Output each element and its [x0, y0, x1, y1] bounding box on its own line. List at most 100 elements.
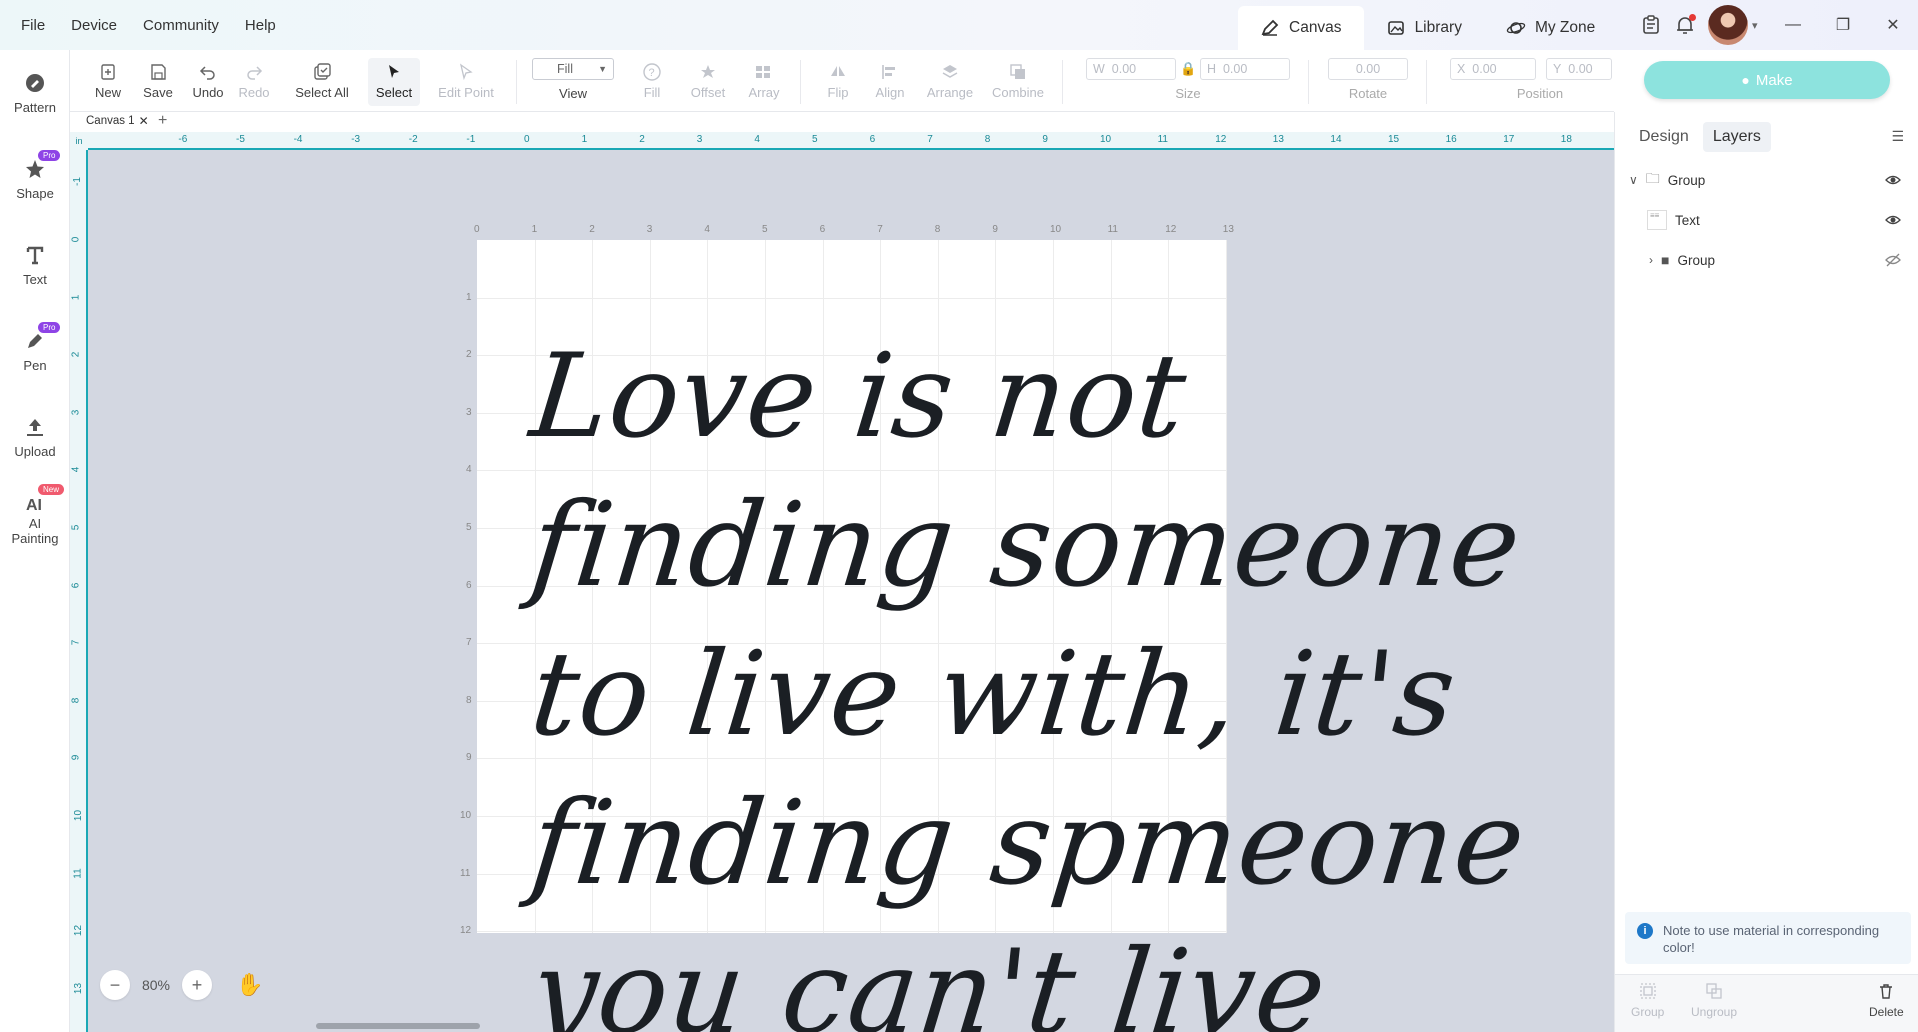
ai-painting-icon: AI — [26, 497, 42, 514]
offset-button[interactable]: Offset — [682, 58, 734, 106]
chevron-right-icon[interactable]: › — [1649, 253, 1653, 267]
page-ruler-number: 10 — [460, 810, 472, 821]
fill-button[interactable]: ? Fill — [626, 58, 678, 106]
lock-icon[interactable]: 🔒 — [1180, 61, 1196, 77]
sidebar-item-text[interactable]: Text — [0, 244, 70, 287]
top-right-icons: ▾ — [1640, 0, 1758, 50]
minimize-icon[interactable]: — — [1768, 0, 1818, 50]
canvas-tabs: Canvas 1 ✕ + — [70, 112, 1614, 132]
ungroup-label: Ungroup — [1691, 1005, 1738, 1019]
view-select[interactable]: Fill ▼ — [532, 58, 614, 80]
combine-button[interactable]: Combine — [986, 58, 1050, 106]
zoom-out-button[interactable]: − — [100, 970, 130, 1000]
avatar[interactable] — [1708, 5, 1748, 45]
group-label: Group — [1631, 1005, 1665, 1019]
ruler-tick-label: 5 — [70, 524, 82, 531]
ruler-tick-label: -2 — [408, 134, 418, 145]
sidebar-item-shape[interactable]: Pro Shape — [0, 150, 70, 201]
notification-dot — [1689, 14, 1696, 21]
align-button[interactable]: Align — [864, 58, 916, 106]
sidebar-item-upload[interactable]: Upload — [0, 416, 70, 459]
eye-icon[interactable] — [1885, 212, 1901, 228]
trash-icon — [1880, 984, 1893, 999]
add-canvas-icon[interactable]: + — [158, 112, 167, 130]
save-button[interactable]: Save — [132, 58, 184, 106]
rotate-field[interactable]: 0.00 — [1328, 58, 1408, 80]
save-icon — [151, 64, 166, 80]
height-field[interactable]: H 0.00 — [1200, 58, 1290, 80]
chevron-down-icon[interactable]: ∨ — [1629, 173, 1638, 187]
toolbar: New Save Undo Redo Select All Select Edi… — [70, 50, 1614, 112]
menu-device[interactable]: Device — [58, 17, 130, 34]
select-button[interactable]: Select — [368, 58, 420, 106]
page-ruler-number: 6 — [819, 224, 826, 235]
fill-label: Fill — [643, 85, 661, 100]
tab-library[interactable]: Library — [1364, 6, 1484, 50]
eye-hidden-icon[interactable] — [1885, 252, 1901, 268]
select-all-button[interactable]: Select All — [290, 58, 354, 106]
zoom-in-button[interactable]: + — [182, 970, 212, 1000]
y-position-field[interactable]: Y 0.00 — [1546, 58, 1612, 80]
canvas-tab[interactable]: Canvas 1 ✕ — [82, 114, 153, 130]
tab-layers[interactable]: Layers — [1702, 122, 1771, 152]
panel-settings-icon[interactable]: ☰ — [1891, 128, 1904, 145]
hand-pan-icon[interactable]: ✋ — [236, 972, 263, 998]
undo-button[interactable]: Undo — [182, 58, 234, 106]
page-ruler-number: 4 — [704, 224, 710, 235]
sidebar-item-pen[interactable]: Pro Pen — [0, 322, 70, 373]
layer-row-text[interactable]: ≡≡ Text — [1615, 201, 1918, 239]
text-line: to live with, it's — [524, 627, 1463, 762]
rotate-field-value: 0.00 — [1355, 62, 1381, 76]
toolbar-divider — [516, 60, 517, 104]
save-button-label: Save — [143, 85, 173, 100]
close-icon[interactable]: ✕ — [139, 114, 149, 128]
flip-button[interactable]: Flip — [812, 58, 864, 106]
ruler-tick-label: 15 — [1388, 134, 1400, 145]
arrange-button[interactable]: Arrange — [920, 58, 980, 106]
eye-icon[interactable] — [1885, 172, 1901, 188]
ruler-tick-label: -5 — [236, 134, 245, 145]
chevron-down-icon[interactable]: ▾ — [1752, 19, 1758, 32]
title-bar: File Device Community Help Canvas Librar… — [0, 0, 1918, 50]
group-button[interactable]: Group — [1631, 981, 1664, 1019]
new-button[interactable]: New — [82, 58, 134, 106]
lightbulb-icon: ● — [1741, 72, 1750, 88]
canvas-workspace[interactable]: -6 -5 -4 -3 -2 -1 0 1 2 3 4 5 6 7 8 9 10 11 12 13 14 15 16 17 18… — [70, 132, 1614, 1032]
ruler-tick-label: 11 — [72, 867, 84, 879]
menu-file[interactable]: File — [8, 17, 58, 34]
bell-icon[interactable] — [1674, 14, 1696, 36]
menu-help[interactable]: Help — [232, 17, 289, 34]
clipboard-icon[interactable] — [1640, 14, 1662, 36]
ruler-tick-label: 5 — [812, 134, 818, 145]
pen-icon — [28, 334, 42, 348]
sidebar-item-ai-painting[interactable]: New AI AI Painting — [0, 484, 70, 546]
group-icon — [1640, 983, 1656, 999]
page-ruler-number: 5 — [762, 224, 768, 235]
edit-point-button[interactable]: Edit Point — [430, 58, 502, 106]
array-button[interactable]: Array — [738, 58, 790, 106]
layer-row-subgroup[interactable]: › ■ Group — [1615, 241, 1918, 279]
delete-button[interactable]: Delete — [1869, 981, 1904, 1019]
redo-button[interactable]: Redo — [228, 58, 280, 106]
tab-canvas[interactable]: Canvas — [1238, 6, 1364, 50]
ruler-tick-label: 3 — [696, 134, 703, 145]
layer-row-group[interactable]: ∨ 🗀 Group — [1615, 161, 1918, 199]
script-text-object[interactable]: Love is not finding someone to live with… — [525, 322, 1532, 1032]
horizontal-scrollbar[interactable] — [316, 1023, 480, 1029]
ungroup-button[interactable]: Ungroup — [1691, 981, 1737, 1019]
view-select-value: Fill — [557, 62, 573, 76]
maximize-icon[interactable]: ❐ — [1818, 0, 1868, 50]
tab-design[interactable]: Design — [1629, 122, 1699, 152]
page-ruler-number: 2 — [589, 224, 595, 235]
menu-community[interactable]: Community — [130, 17, 232, 34]
sidebar-item-pattern[interactable]: Pattern — [0, 72, 70, 115]
width-field[interactable]: W 0.00 — [1086, 58, 1176, 80]
ruler-tick-label: 12 — [73, 925, 85, 937]
x-position-field[interactable]: X 0.00 — [1450, 58, 1536, 80]
tab-myzone[interactable]: My Zone — [1484, 6, 1617, 50]
make-button[interactable]: ● Make — [1644, 61, 1890, 99]
sidebar-item-label: Upload — [14, 444, 56, 459]
material-note: i Note to use material in corresponding … — [1625, 912, 1911, 964]
close-icon[interactable]: ✕ — [1868, 0, 1918, 50]
ruler-tick-label: 8 — [984, 134, 991, 145]
